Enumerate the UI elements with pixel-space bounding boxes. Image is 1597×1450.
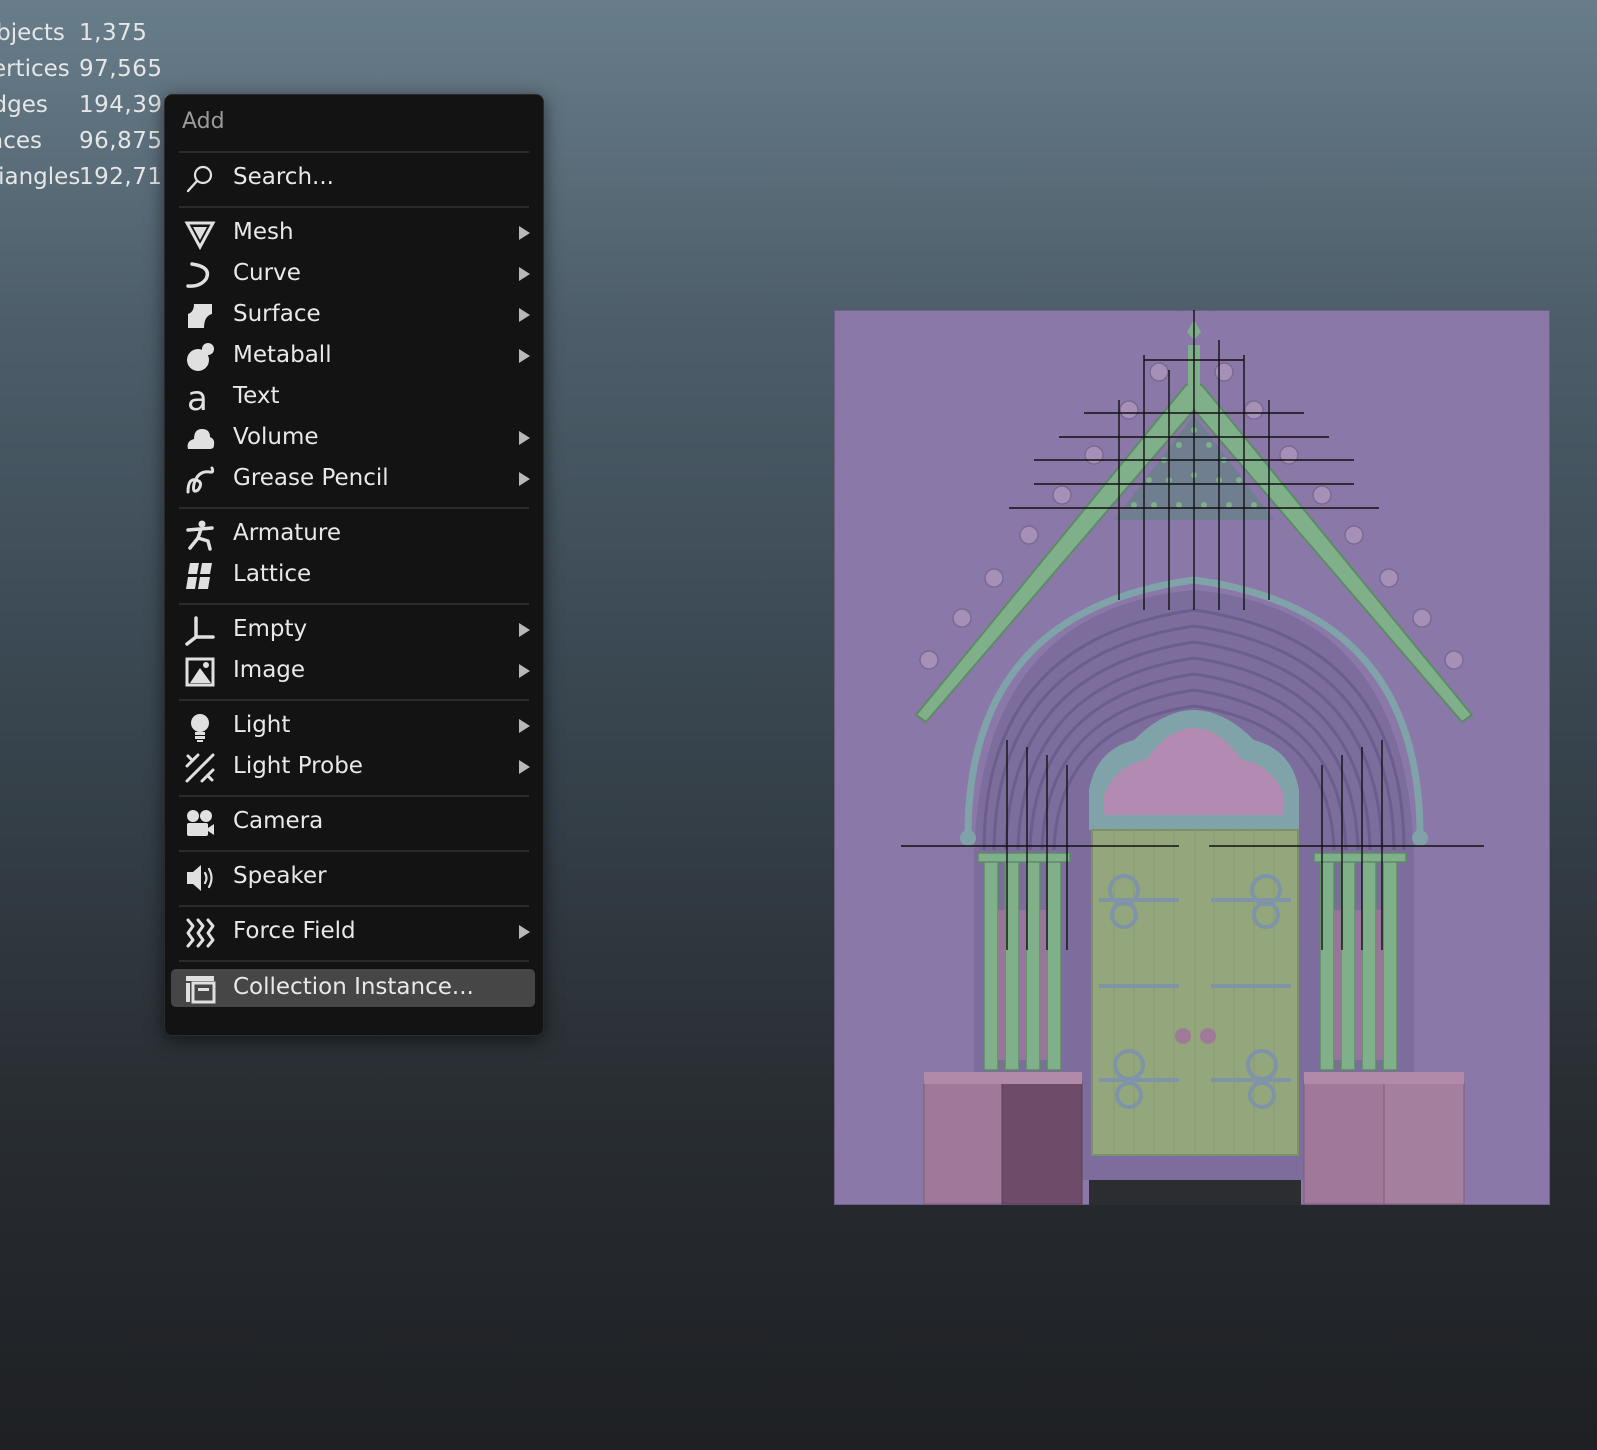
menu-item-grease-pencil[interactable]: Grease Pencil xyxy=(171,460,535,498)
metaball-icon xyxy=(184,341,216,373)
menu-separator xyxy=(179,699,529,701)
curve-icon xyxy=(184,259,216,291)
menu-item-collection-instance[interactable]: Collection Instance... xyxy=(171,969,535,1007)
menu-item-label: Text xyxy=(233,383,280,409)
stat-value: 97,565 xyxy=(79,56,163,82)
submenu-arrow-icon xyxy=(519,760,530,774)
svg-text:a: a xyxy=(187,382,208,414)
image-icon xyxy=(184,656,216,688)
stat-label: Triangles xyxy=(0,164,81,190)
submenu-arrow-icon xyxy=(519,308,530,322)
menu-item-empty[interactable]: Empty xyxy=(171,611,535,649)
menu-item-text[interactable]: a Text xyxy=(171,378,535,416)
menu-item-label: Metaball xyxy=(233,342,332,368)
surface-icon xyxy=(184,300,216,332)
menu-item-speaker[interactable]: Speaker xyxy=(171,858,535,896)
3d-viewport[interactable]: Objects 1,375 Vertices 97,565 Edges 194,… xyxy=(0,0,1597,1450)
menu-item-surface[interactable]: Surface xyxy=(171,296,535,334)
menu-item-light[interactable]: Light xyxy=(171,707,535,745)
stat-row-edges: Edges 194,390 xyxy=(0,92,177,128)
camera-icon xyxy=(184,807,216,839)
submenu-arrow-icon xyxy=(519,472,530,486)
menu-separator xyxy=(179,795,529,797)
menu-item-camera[interactable]: Camera xyxy=(171,803,535,841)
menu-item-label: Volume xyxy=(233,424,319,450)
mesh-icon xyxy=(184,218,216,250)
menu-item-label: Curve xyxy=(233,260,301,286)
stat-value: 1,375 xyxy=(79,20,148,46)
stat-label: Faces xyxy=(0,128,42,154)
stat-row-faces: Faces 96,875 xyxy=(0,128,170,164)
menu-item-label: Light Probe xyxy=(233,753,363,779)
add-menu: Add Search... Mesh Curve Surface Metabal… xyxy=(164,94,544,1036)
menu-item-label: Lattice xyxy=(233,561,312,587)
submenu-arrow-icon xyxy=(519,226,530,240)
gothic-portal-model[interactable] xyxy=(834,310,1550,1205)
light-probe-icon xyxy=(184,752,216,784)
stat-row-vertices: Vertices 97,565 xyxy=(0,56,170,92)
submenu-arrow-icon xyxy=(519,925,530,939)
menu-item-label: Collection Instance... xyxy=(233,974,474,1000)
stat-value: 96,875 xyxy=(79,128,163,154)
submenu-arrow-icon xyxy=(519,623,530,637)
menu-search[interactable]: Search... xyxy=(171,159,535,197)
menu-separator xyxy=(179,960,529,962)
submenu-arrow-icon xyxy=(519,664,530,678)
submenu-arrow-icon xyxy=(519,719,530,733)
menu-item-label: Armature xyxy=(233,520,341,546)
submenu-arrow-icon xyxy=(519,431,530,445)
menu-item-curve[interactable]: Curve xyxy=(171,255,535,293)
menu-item-label: Camera xyxy=(233,808,324,834)
menu-item-label: Force Field xyxy=(233,918,356,944)
volume-icon xyxy=(184,423,216,455)
stat-row-objects: Objects 1,375 xyxy=(0,20,170,56)
menu-item-label: Empty xyxy=(233,616,308,642)
menu-separator xyxy=(179,603,529,605)
speaker-icon xyxy=(184,862,216,894)
stat-label: Objects xyxy=(0,20,65,46)
menu-item-armature[interactable]: Armature xyxy=(171,515,535,553)
menu-separator xyxy=(179,151,529,153)
search-icon xyxy=(184,163,216,195)
armature-icon xyxy=(184,519,216,551)
menu-item-metaball[interactable]: Metaball xyxy=(171,337,535,375)
lattice-icon xyxy=(184,560,216,592)
menu-separator xyxy=(179,850,529,852)
menu-item-label: Surface xyxy=(233,301,321,327)
stat-value: 192,719 xyxy=(79,164,178,190)
stat-row-triangles: Triangles 192,719 xyxy=(0,164,177,200)
menu-item-label: Speaker xyxy=(233,863,327,889)
menu-item-lattice[interactable]: Lattice xyxy=(171,556,535,594)
submenu-arrow-icon xyxy=(519,349,530,363)
text-icon: a xyxy=(184,382,216,414)
menu-separator xyxy=(179,507,529,509)
menu-separator xyxy=(179,206,529,208)
menu-title: Add xyxy=(182,109,225,134)
menu-item-volume[interactable]: Volume xyxy=(171,419,535,457)
menu-item-label: Image xyxy=(233,657,306,683)
menu-item-force-field[interactable]: Force Field xyxy=(171,913,535,951)
grease-pencil-icon xyxy=(184,464,216,496)
menu-separator xyxy=(179,905,529,907)
submenu-arrow-icon xyxy=(519,267,530,281)
stat-value: 194,390 xyxy=(79,92,178,118)
menu-item-mesh[interactable]: Mesh xyxy=(171,214,535,252)
menu-item-label: Mesh xyxy=(233,219,294,245)
empty-icon xyxy=(184,615,216,647)
menu-item-label: Grease Pencil xyxy=(233,465,389,491)
stat-label: Edges xyxy=(0,92,48,118)
menu-item-label: Search... xyxy=(233,164,334,190)
force-field-icon xyxy=(184,917,216,949)
menu-item-label: Light xyxy=(233,712,291,738)
stat-label: Vertices xyxy=(0,56,70,82)
collection-instance-icon xyxy=(184,973,216,1005)
light-icon xyxy=(184,711,216,743)
menu-item-light-probe[interactable]: Light Probe xyxy=(171,748,535,786)
menu-item-image[interactable]: Image xyxy=(171,652,535,690)
